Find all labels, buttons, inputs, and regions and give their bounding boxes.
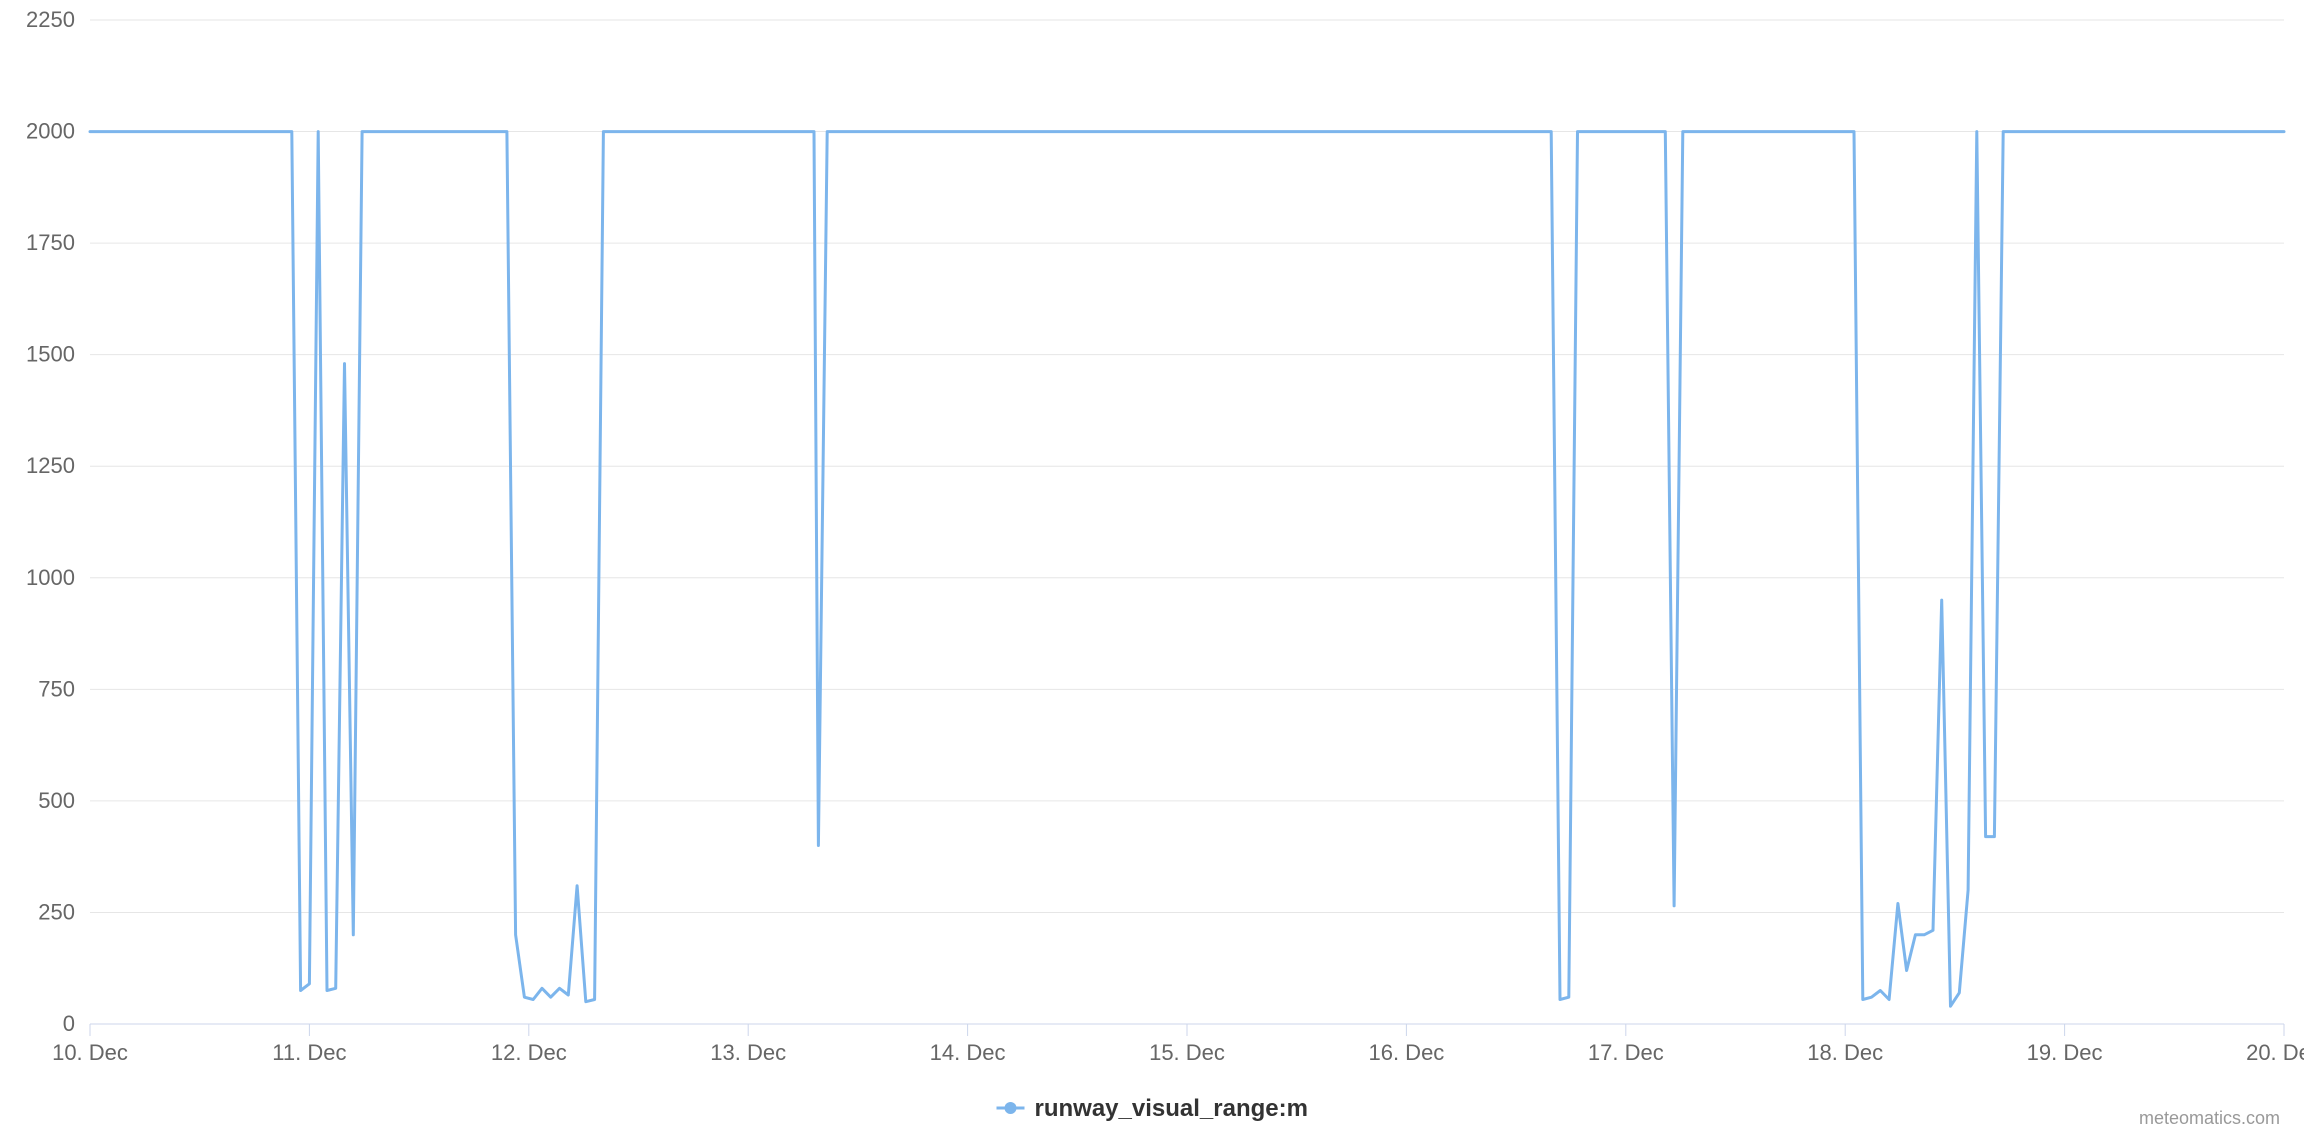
x-tick-label: 20. Dec: [2246, 1040, 2304, 1065]
y-tick-label: 250: [38, 899, 75, 924]
y-tick-label: 2250: [26, 7, 75, 32]
y-tick-label: 1250: [26, 453, 75, 478]
legend-marker-dot-icon: [1005, 1102, 1017, 1114]
y-tick-label: 2000: [26, 119, 75, 144]
x-tick-label: 10. Dec: [52, 1040, 128, 1065]
chart-container: 0 250 500 750 1000 1250 1500 1750 2000 2250 10. De…: [0, 0, 2304, 1144]
series-line-runway-visual-range: [90, 132, 2284, 1007]
chart-svg: 0 250 500 750 1000 1250 1500 1750 2000 2250 10. De…: [0, 0, 2304, 1144]
x-tick-label: 18. Dec: [1807, 1040, 1883, 1065]
x-tick-label: 15. Dec: [1149, 1040, 1225, 1065]
x-tick-label: 12. Dec: [491, 1040, 567, 1065]
y-tick-label: 0: [63, 1011, 75, 1036]
x-tick-label: 16. Dec: [1368, 1040, 1444, 1065]
y-tick-label: 750: [38, 676, 75, 701]
y-tick-label: 1000: [26, 565, 75, 590]
y-tick-label: 1500: [26, 342, 75, 367]
credit-link[interactable]: meteomatics.com: [2139, 1108, 2280, 1128]
x-tick-label: 14. Dec: [930, 1040, 1006, 1065]
x-tick-label: 13. Dec: [710, 1040, 786, 1065]
legend[interactable]: runway_visual_range:m: [997, 1095, 1308, 1122]
x-tick-label: 11. Dec: [272, 1040, 346, 1065]
x-tick-label: 19. Dec: [2027, 1040, 2103, 1065]
y-tick-label: 1750: [26, 230, 75, 255]
x-tick-label: 17. Dec: [1588, 1040, 1664, 1065]
y-tick-label: 500: [38, 788, 75, 813]
legend-label: runway_visual_range:m: [1035, 1095, 1308, 1122]
